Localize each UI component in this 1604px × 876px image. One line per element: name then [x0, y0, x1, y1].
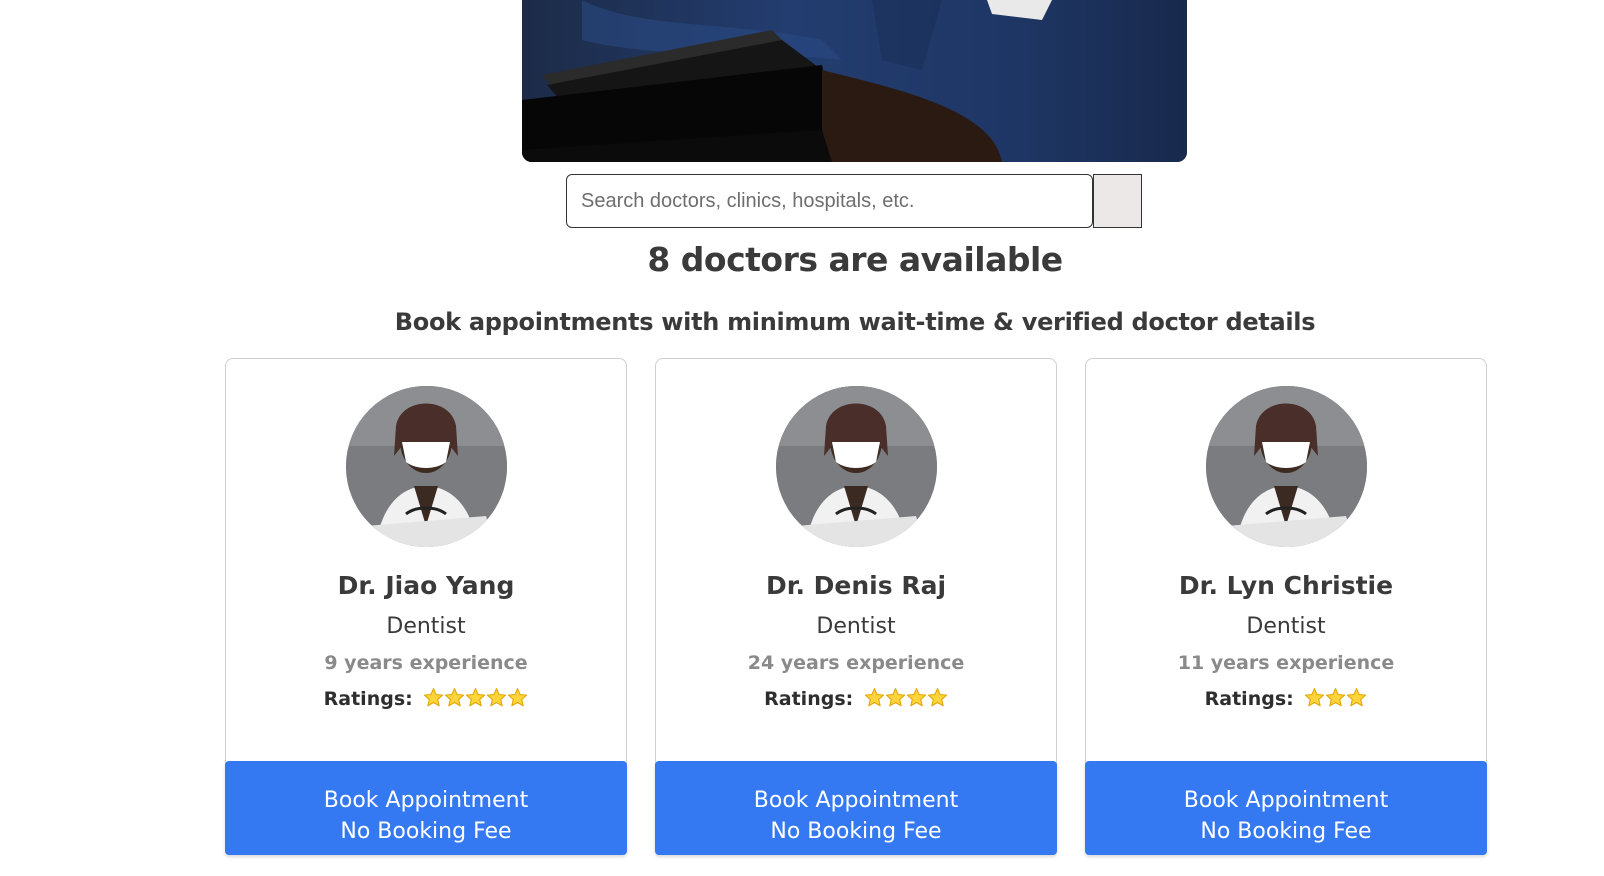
- doctor-specialty: Dentist: [386, 614, 466, 639]
- booking-subheading: Book appointments with minimum wait-time…: [394, 308, 1316, 336]
- doctor-experience: 11 years experience: [1177, 652, 1395, 674]
- book-button-label: Book Appointment: [753, 788, 959, 813]
- rating-stars: [423, 687, 528, 713]
- doctor-specialty: Dentist: [816, 614, 896, 639]
- hero-photo: [522, 0, 1187, 162]
- doctor-card: Dr. Lyn Christie Dentist 11 years experi…: [1085, 358, 1487, 855]
- search-button[interactable]: [1093, 174, 1142, 228]
- ratings-label: Ratings:: [764, 688, 854, 710]
- doctor-card: Dr. Denis Raj Dentist 24 years experienc…: [655, 358, 1057, 855]
- ratings-label: Ratings:: [323, 688, 413, 710]
- star-icon: [466, 688, 486, 707]
- doctor-specialty: Dentist: [1246, 614, 1326, 639]
- rating-stars: [1304, 687, 1367, 713]
- star-icon: [927, 688, 947, 707]
- star-icon: [487, 688, 507, 707]
- star-icon: [1305, 688, 1325, 707]
- star-icon: [508, 688, 528, 707]
- doctor-name: Dr. Jiao Yang: [337, 571, 515, 600]
- ratings-label: Ratings:: [1204, 688, 1294, 710]
- booking-fee-label: No Booking Fee: [770, 819, 942, 844]
- availability-heading: 8 doctors are available: [647, 240, 1063, 279]
- doctor-card: Dr. Jiao Yang Dentist 9 years experience…: [225, 358, 627, 855]
- doctor-name: Dr. Denis Raj: [765, 571, 947, 600]
- book-button-label: Book Appointment: [323, 788, 529, 813]
- booking-fee-label: No Booking Fee: [340, 819, 512, 844]
- doctor-name: Dr. Lyn Christie: [1178, 571, 1394, 600]
- star-icon: [906, 688, 926, 707]
- rating-stars: [864, 687, 948, 713]
- doctor-rating: Ratings:: [656, 687, 1056, 713]
- book-appointment-button[interactable]: Book Appointment No Booking Fee: [1085, 761, 1487, 855]
- page: 8 doctors are available Book appointment…: [0, 0, 1604, 876]
- hero-image: [522, 0, 1187, 162]
- star-icon: [445, 688, 465, 707]
- booking-fee-label: No Booking Fee: [1200, 819, 1372, 844]
- book-appointment-button[interactable]: Book Appointment No Booking Fee: [225, 761, 627, 855]
- star-icon: [424, 688, 444, 707]
- doctor-experience: 9 years experience: [324, 652, 528, 674]
- star-icon: [885, 688, 905, 707]
- star-icon: [864, 688, 884, 707]
- search-input[interactable]: [566, 174, 1093, 228]
- doctor-avatar: [1206, 386, 1367, 547]
- search-bar: [566, 174, 1142, 228]
- star-icon: [1347, 688, 1367, 707]
- star-icon: [1326, 688, 1346, 707]
- doctor-avatar: [346, 386, 507, 547]
- doctor-experience: 24 years experience: [747, 652, 965, 674]
- doctor-cards: Dr. Jiao Yang Dentist 9 years experience…: [225, 358, 1487, 855]
- doctor-rating: Ratings:: [1086, 687, 1486, 713]
- doctor-rating: Ratings:: [226, 687, 626, 713]
- book-button-label: Book Appointment: [1183, 788, 1389, 813]
- book-appointment-button[interactable]: Book Appointment No Booking Fee: [655, 761, 1057, 855]
- doctor-avatar: [776, 386, 937, 547]
